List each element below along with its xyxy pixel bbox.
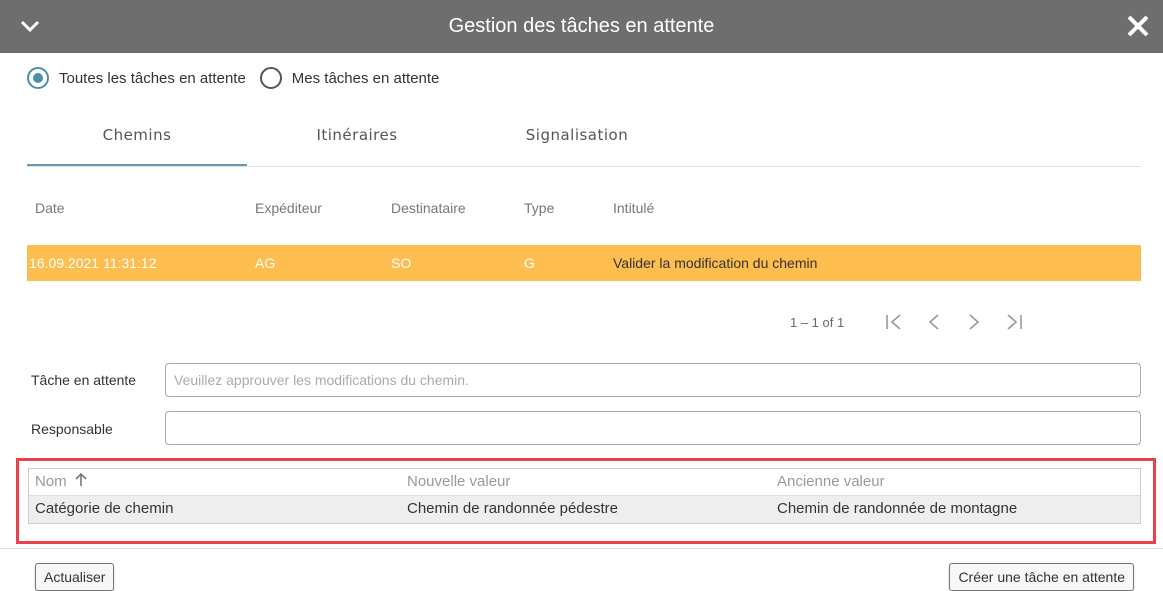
tab-itineraires[interactable]: Itinéraires <box>247 108 467 166</box>
row-date: 16.09.2021 11:31:12 <box>29 255 157 271</box>
dialog-title: Gestion des tâches en attente <box>448 15 715 37</box>
tasks-table-header: Date Expéditeur Destinataire Type Intitu… <box>27 190 1141 226</box>
column-header-name-label: Nom <box>35 473 67 490</box>
row-title: Valider la modification du chemin <box>613 255 818 271</box>
divider <box>0 548 1163 549</box>
arrow-up-icon <box>75 472 87 486</box>
create-task-button[interactable]: Créer une tâche en attente <box>949 563 1134 591</box>
next-page-icon[interactable] <box>954 306 994 338</box>
column-header-title[interactable]: Intitulé <box>613 190 654 226</box>
task-filter: Toutes les tâches en attente Mes tâches … <box>27 64 453 92</box>
dialog-titlebar: Gestion des tâches en attente <box>0 0 1163 53</box>
radio-unchecked-icon <box>259 67 282 89</box>
radio-checked-icon <box>27 67 49 89</box>
radio-my-tasks[interactable]: Mes tâches en attente <box>259 67 440 89</box>
responsible-label: Responsable <box>31 421 113 437</box>
table-row[interactable]: 16.09.2021 11:31:12 AG SO G Valider la m… <box>27 245 1141 281</box>
changes-table-header: Nom Nouvelle valeur Ancienne valeur <box>29 469 1140 496</box>
radio-all-tasks[interactable]: Toutes les tâches en attente <box>27 67 246 89</box>
refresh-button[interactable]: Actualiser <box>35 563 115 591</box>
column-header-type[interactable]: Type <box>524 190 554 226</box>
column-header-recipient[interactable]: Destinataire <box>391 190 466 226</box>
close-icon[interactable] <box>1125 13 1151 39</box>
column-header-sender[interactable]: Expéditeur <box>255 190 322 226</box>
table-row[interactable]: Catégorie de chemin Chemin de randonnée … <box>29 496 1140 523</box>
change-new-value: Chemin de randonnée pédestre <box>407 500 618 517</box>
paginator: 1 – 1 of 1 <box>790 306 1034 338</box>
task-label: Tâche en attente <box>31 372 137 388</box>
responsible-input[interactable] <box>165 411 1141 445</box>
row-recipient: SO <box>391 255 412 271</box>
column-header-name[interactable]: Nom <box>35 469 87 495</box>
tab-chemins[interactable]: Chemins <box>27 108 247 166</box>
change-name: Catégorie de chemin <box>35 500 174 517</box>
task-input[interactable] <box>165 363 1141 397</box>
radio-my-tasks-label: Mes tâches en attente <box>291 69 440 87</box>
previous-page-icon[interactable] <box>914 306 954 338</box>
column-header-old-value[interactable]: Ancienne valeur <box>777 469 885 495</box>
tab-bar: Chemins Itinéraires Signalisation <box>27 108 1141 167</box>
row-type: G <box>524 255 535 271</box>
radio-all-tasks-label: Toutes les tâches en attente <box>59 69 246 87</box>
changes-table: Nom Nouvelle valeur Ancienne valeur Caté… <box>28 468 1141 524</box>
first-page-icon[interactable] <box>874 306 914 338</box>
change-old-value: Chemin de randonnée de montagne <box>777 500 1018 517</box>
page-range: 1 – 1 of 1 <box>790 314 845 330</box>
column-header-new-value[interactable]: Nouvelle valeur <box>407 469 510 495</box>
column-header-date[interactable]: Date <box>35 190 65 226</box>
row-sender: AG <box>255 255 276 271</box>
last-page-icon[interactable] <box>994 306 1034 338</box>
tab-signalisation[interactable]: Signalisation <box>467 108 687 166</box>
